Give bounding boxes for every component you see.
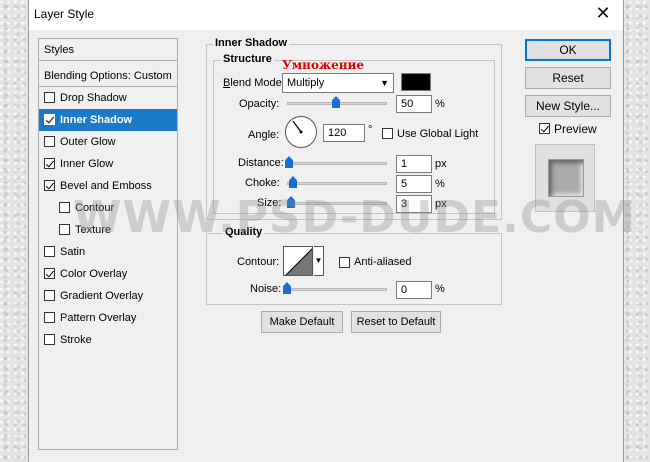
background-texture-right	[622, 0, 650, 462]
choke-unit: %	[435, 178, 445, 190]
angle-dial[interactable]	[285, 116, 317, 148]
contour-dropdown[interactable]: ▼	[314, 246, 324, 276]
ok-button[interactable]: OK	[525, 39, 611, 61]
style-item-gradient-overlay[interactable]: Gradient Overlay	[39, 285, 177, 307]
choke-label: Choke:	[245, 177, 280, 189]
style-item-checkbox[interactable]	[59, 202, 70, 213]
style-item-bevel-and-emboss[interactable]: Bevel and Emboss	[39, 175, 177, 197]
style-item-checkbox[interactable]	[59, 224, 70, 235]
distance-slider[interactable]	[287, 162, 387, 165]
size-unit: px	[435, 198, 447, 210]
style-item-stroke[interactable]: Stroke	[39, 329, 177, 351]
style-item-pattern-overlay[interactable]: Pattern Overlay	[39, 307, 177, 329]
style-item-label: Contour	[75, 202, 115, 214]
style-item-label: Texture	[75, 224, 112, 236]
angle-needle-icon	[292, 120, 303, 134]
quality-title: Quality	[223, 226, 265, 238]
style-item-outer-glow[interactable]: Outer Glow	[39, 131, 177, 153]
blend-mode-select[interactable]: Multiply ▼	[282, 73, 394, 93]
blend-mode-annotation: Умножение	[282, 58, 365, 72]
style-item-checkbox[interactable]	[44, 136, 55, 147]
size-slider[interactable]	[287, 202, 387, 205]
style-item-checkbox[interactable]	[44, 312, 55, 323]
blend-mode-label: Blend Mode:	[223, 77, 285, 89]
distance-input[interactable]: 1	[396, 155, 432, 173]
use-global-light-checkbox[interactable]	[382, 128, 393, 139]
preview-checkbox[interactable]	[539, 123, 550, 134]
style-item-checkbox[interactable]	[44, 180, 55, 191]
choke-slider[interactable]	[287, 182, 387, 185]
opacity-label: Opacity:	[239, 98, 280, 110]
style-preview-swatch	[548, 159, 584, 197]
blend-mode-value: Multiply	[287, 77, 325, 89]
contour-curve-icon	[285, 248, 312, 275]
new-style-button[interactable]: New Style...	[525, 95, 611, 117]
structure-title: Structure	[221, 53, 274, 65]
shadow-color-swatch[interactable]	[401, 73, 431, 91]
style-item-label: Satin	[60, 246, 86, 258]
reset-to-default-button[interactable]: Reset to Default	[351, 311, 441, 333]
distance-unit: px	[435, 158, 447, 170]
size-label: Size:	[257, 197, 282, 209]
style-item-contour[interactable]: Contour	[39, 197, 177, 219]
style-item-checkbox[interactable]	[44, 268, 55, 279]
reset-button[interactable]: Reset	[525, 67, 611, 89]
blending-options-item[interactable]: Blending Options: Custom	[39, 65, 177, 87]
use-global-light-label: Use Global Light	[397, 128, 479, 140]
style-item-checkbox[interactable]	[44, 334, 55, 345]
style-item-label: Pattern Overlay	[60, 312, 137, 324]
preview-label: Preview	[554, 122, 597, 136]
styles-header[interactable]: Styles	[39, 39, 177, 61]
style-item-label: Gradient Overlay	[60, 290, 144, 302]
styles-list-panel: Styles Blending Options: Custom Drop Sha…	[38, 38, 178, 450]
style-item-checkbox[interactable]	[44, 246, 55, 257]
style-item-inner-glow[interactable]: Inner Glow	[39, 153, 177, 175]
noise-input[interactable]: 0	[396, 281, 432, 299]
style-preview-thumbnail	[535, 144, 595, 212]
style-item-checkbox[interactable]	[44, 92, 55, 103]
style-item-texture[interactable]: Texture	[39, 219, 177, 241]
contour-picker[interactable]	[283, 246, 313, 276]
style-item-label: Color Overlay	[60, 268, 128, 280]
style-item-color-overlay[interactable]: Color Overlay	[39, 263, 177, 285]
blend-mode-label-text: lend Mode:	[230, 77, 285, 89]
style-item-inner-shadow[interactable]: Inner Shadow	[39, 109, 177, 131]
style-item-label: Drop Shadow	[60, 92, 127, 104]
contour-label: Contour:	[237, 256, 280, 268]
caret-down-icon: ▼	[314, 256, 323, 265]
opacity-unit: %	[435, 98, 445, 110]
style-item-checkbox[interactable]	[44, 290, 55, 301]
style-item-satin[interactable]: Satin	[39, 241, 177, 263]
style-item-label: Stroke	[60, 334, 92, 346]
noise-slider[interactable]	[287, 288, 387, 291]
choke-input[interactable]: 5	[396, 175, 432, 193]
layer-style-dialog: Layer Style ✕ Styles Blending Options: C…	[28, 0, 635, 462]
angle-unit: °	[368, 124, 373, 136]
style-item-label: Inner Shadow	[60, 114, 133, 126]
style-item-drop-shadow[interactable]: Drop Shadow	[39, 87, 177, 109]
opacity-input[interactable]: 50	[396, 95, 432, 113]
chevron-down-icon: ▼	[380, 78, 389, 88]
distance-label: Distance:	[238, 157, 284, 169]
close-icon[interactable]: ✕	[593, 3, 613, 23]
inner-shadow-title: Inner Shadow	[213, 37, 290, 49]
style-item-checkbox[interactable]	[44, 114, 55, 125]
style-item-label: Inner Glow	[60, 158, 114, 170]
angle-input[interactable]: 120	[323, 124, 365, 142]
make-default-button[interactable]: Make Default	[261, 311, 343, 333]
background-texture-left	[0, 0, 30, 462]
style-item-label: Bevel and Emboss	[60, 180, 152, 192]
anti-aliased-label: Anti-aliased	[354, 256, 412, 268]
style-item-checkbox[interactable]	[44, 158, 55, 169]
title-bar: Layer Style ✕	[29, 0, 623, 30]
dialog-title: Layer Style	[34, 7, 95, 21]
style-item-label: Outer Glow	[60, 136, 116, 148]
size-input[interactable]: 3	[396, 195, 432, 213]
anti-aliased-checkbox[interactable]	[339, 257, 350, 268]
noise-unit: %	[435, 283, 445, 295]
noise-label: Noise:	[250, 283, 282, 295]
angle-label: Angle:	[248, 129, 280, 141]
